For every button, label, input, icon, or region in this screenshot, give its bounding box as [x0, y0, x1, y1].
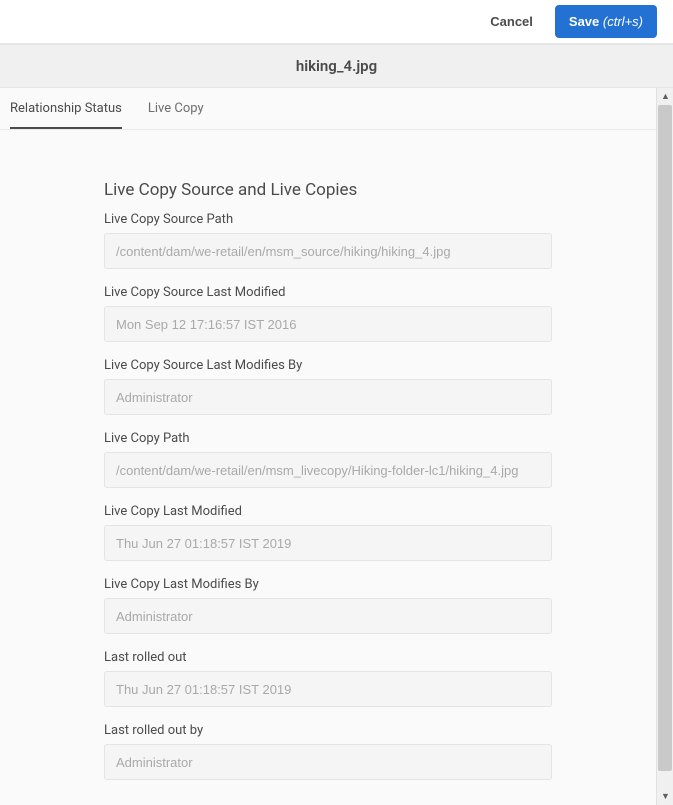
tab-relationship-status[interactable]: Relationship Status — [10, 88, 122, 129]
content-wrapper: Relationship Status Live Copy Live Copy … — [0, 88, 673, 805]
label-live-copy-path: Live Copy Path — [104, 431, 552, 446]
label-last-rolled-out: Last rolled out — [104, 650, 552, 665]
input-live-copy-last-modified[interactable] — [104, 525, 552, 561]
field-live-copy-path: Live Copy Path — [104, 431, 552, 488]
input-live-copy-last-modified-by[interactable] — [104, 598, 552, 634]
save-label: Save — [569, 14, 599, 29]
scroll-up-arrow-icon[interactable]: ▲ — [657, 88, 673, 105]
input-live-copy-path[interactable] — [104, 452, 552, 488]
field-last-rolled-out-by: Last rolled out by — [104, 723, 552, 780]
field-source-last-modified-by: Live Copy Source Last Modifies By — [104, 358, 552, 415]
input-last-rolled-out-by[interactable] — [104, 744, 552, 780]
input-source-last-modified[interactable] — [104, 306, 552, 342]
scroll-down-arrow-icon[interactable]: ▼ — [657, 788, 673, 805]
input-source-last-modified-by[interactable] — [104, 379, 552, 415]
input-last-rolled-out[interactable] — [104, 671, 552, 707]
field-source-last-modified: Live Copy Source Last Modified — [104, 285, 552, 342]
tabs-bar: Relationship Status Live Copy — [0, 88, 656, 130]
form-area: Live Copy Source and Live Copies Live Co… — [88, 130, 568, 805]
label-last-rolled-out-by: Last rolled out by — [104, 723, 552, 738]
label-source-last-modified-by: Live Copy Source Last Modifies By — [104, 358, 552, 373]
save-button[interactable]: Save (ctrl+s) — [555, 5, 657, 38]
top-header: Cancel Save (ctrl+s) — [0, 0, 673, 44]
vertical-scrollbar[interactable]: ▲ ▼ — [656, 88, 673, 805]
title-bar: hiking_4.jpg — [0, 44, 673, 88]
section-heading-live-copy: Live Copy Source and Live Copies — [104, 180, 552, 200]
field-source-path: Live Copy Source Path — [104, 212, 552, 269]
save-shortcut: (ctrl+s) — [603, 14, 643, 29]
scroll-thumb[interactable] — [658, 105, 672, 771]
cancel-button[interactable]: Cancel — [486, 6, 537, 37]
field-live-copy-last-modified: Live Copy Last Modified — [104, 504, 552, 561]
field-last-rolled-out: Last rolled out — [104, 650, 552, 707]
label-source-path: Live Copy Source Path — [104, 212, 552, 227]
label-live-copy-last-modified: Live Copy Last Modified — [104, 504, 552, 519]
scroll-area: Relationship Status Live Copy Live Copy … — [0, 88, 656, 805]
tab-live-copy[interactable]: Live Copy — [148, 88, 204, 129]
field-live-copy-last-modified-by: Live Copy Last Modifies By — [104, 577, 552, 634]
label-source-last-modified: Live Copy Source Last Modified — [104, 285, 552, 300]
input-source-path[interactable] — [104, 233, 552, 269]
label-live-copy-last-modified-by: Live Copy Last Modifies By — [104, 577, 552, 592]
page-title: hiking_4.jpg — [296, 57, 377, 75]
